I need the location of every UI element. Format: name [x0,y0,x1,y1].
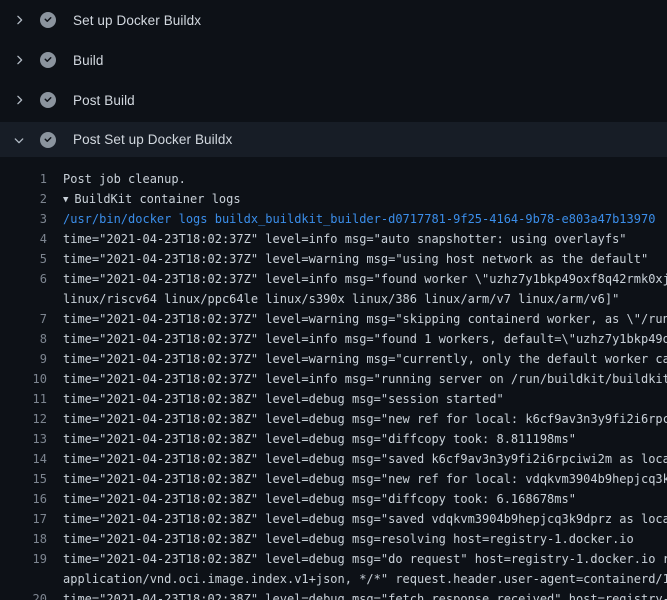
log-line: 11 time="2021-04-23T18:02:38Z" level=debu… [0,389,667,409]
line-number[interactable]: 13 [0,429,47,449]
check-circle-icon [40,52,56,68]
line-number[interactable]: 5 [0,249,47,269]
log-text: time="2021-04-23T18:02:38Z" level=debug … [63,449,667,469]
log-text: time="2021-04-23T18:02:37Z" level=warnin… [63,309,667,329]
line-number[interactable]: 20 [0,589,47,600]
log-line: 9 time="2021-04-23T18:02:37Z" level=warni… [0,349,667,369]
check-circle-icon [40,132,56,148]
chevron-down-icon [11,132,27,148]
log-text: time="2021-04-23T18:02:38Z" level=debug … [63,529,634,549]
log-line: 3/usr/bin/docker logs buildx_buildkit_bu… [0,209,667,229]
log-line: 20 time="2021-04-23T18:02:38Z" level=debu… [0,589,667,600]
line-number[interactable]: 3 [0,209,47,229]
log-command-text: /usr/bin/docker logs buildx_buildkit_bui… [63,209,655,229]
log-viewer: 1 Post job cleanup. 2 ▼ BuildKit container l… [0,160,667,600]
step-label: Build [73,53,104,68]
line-number[interactable]: 6 [0,269,47,289]
line-number[interactable]: 12 [0,409,47,429]
log-text: time="2021-04-23T18:02:37Z" level=info m… [63,329,667,349]
chevron-right-icon [11,12,27,28]
log-text: time="2021-04-23T18:02:38Z" level=debug … [63,589,667,600]
log-text: time="2021-04-23T18:02:38Z" level=debug … [63,469,667,489]
log-line: 19 time="2021-04-23T18:02:38Z" level=debu… [0,549,667,569]
log-text: time="2021-04-23T18:02:37Z" level=info m… [63,269,667,289]
log-line: 7 time="2021-04-23T18:02:37Z" level=warni… [0,309,667,329]
step-label: Post Build [73,93,135,108]
log-line: 16 time="2021-04-23T18:02:38Z" level=debu… [0,489,667,509]
line-number [0,289,47,309]
log-line: 6 time="2021-04-23T18:02:37Z" level=info … [0,269,667,289]
chevron-right-icon [11,92,27,108]
line-number[interactable]: 19 [0,549,47,569]
log-text: Post job cleanup. [63,169,186,189]
line-number[interactable]: 2 [0,189,47,209]
log-line: 8 time="2021-04-23T18:02:37Z" level=info … [0,329,667,349]
log-text: time="2021-04-23T18:02:37Z" level=warnin… [63,249,648,269]
step-header-post-build[interactable]: Post Build [0,80,667,120]
line-number[interactable]: 11 [0,389,47,409]
log-text: time="2021-04-23T18:02:38Z" level=debug … [63,409,667,429]
log-line-continuation: linux/riscv64 linux/ppc64le linux/s390x … [0,289,667,309]
log-text: time="2021-04-23T18:02:37Z" level=info m… [63,369,667,389]
step-header-set-up-docker-buildx[interactable]: Set up Docker Buildx [0,0,667,40]
line-number[interactable]: 1 [0,169,47,189]
log-line[interactable]: 2 ▼ BuildKit container logs [0,189,667,209]
log-line: 18 time="2021-04-23T18:02:38Z" level=debu… [0,529,667,549]
log-line: 15 time="2021-04-23T18:02:38Z" level=debu… [0,469,667,489]
line-number[interactable]: 14 [0,449,47,469]
log-text: linux/riscv64 linux/ppc64le linux/s390x … [63,289,619,309]
log-text: time="2021-04-23T18:02:38Z" level=debug … [63,429,576,449]
log-line-continuation: application/vnd.oci.image.index.v1+json,… [0,569,667,589]
log-text: time="2021-04-23T18:02:38Z" level=debug … [63,389,504,409]
check-circle-icon [40,12,56,28]
log-line: 1 Post job cleanup. [0,169,667,189]
log-text: time="2021-04-23T18:02:38Z" level=debug … [63,549,667,569]
log-text: time="2021-04-23T18:02:38Z" level=debug … [63,489,576,509]
log-text: time="2021-04-23T18:02:37Z" level=warnin… [63,349,667,369]
line-number[interactable]: 4 [0,229,47,249]
log-line: 17 time="2021-04-23T18:02:38Z" level=debu… [0,509,667,529]
step-label: Set up Docker Buildx [73,13,201,28]
line-number[interactable]: 15 [0,469,47,489]
line-number[interactable]: 7 [0,309,47,329]
line-number[interactable]: 10 [0,369,47,389]
log-line: 5 time="2021-04-23T18:02:37Z" level=warni… [0,249,667,269]
log-line: 10 time="2021-04-23T18:02:37Z" level=info… [0,369,667,389]
log-line: 14 time="2021-04-23T18:02:38Z" level=debu… [0,449,667,469]
group-expanded-triangle-icon: ▼ [63,190,68,209]
step-header-post-set-up-docker-buildx[interactable]: Post Set up Docker Buildx [0,122,667,157]
log-text: ▼ BuildKit container logs [63,189,241,209]
step-header-build[interactable]: Build [0,40,667,80]
line-number [0,569,47,589]
log-line: 12 time="2021-04-23T18:02:38Z" level=debu… [0,409,667,429]
line-number[interactable]: 16 [0,489,47,509]
step-label: Post Set up Docker Buildx [73,132,232,147]
log-text: application/vnd.oci.image.index.v1+json,… [63,569,667,589]
chevron-right-icon [11,52,27,68]
line-number[interactable]: 8 [0,329,47,349]
log-line: 13 time="2021-04-23T18:02:38Z" level=debu… [0,429,667,449]
line-number[interactable]: 18 [0,529,47,549]
log-text: time="2021-04-23T18:02:37Z" level=info m… [63,229,627,249]
check-circle-icon [40,92,56,108]
line-number[interactable]: 9 [0,349,47,369]
line-number[interactable]: 17 [0,509,47,529]
log-text: time="2021-04-23T18:02:38Z" level=debug … [63,509,667,529]
log-line: 4 time="2021-04-23T18:02:37Z" level=info … [0,229,667,249]
steps-list: Set up Docker Buildx Build Post Build Post … [0,0,667,157]
group-title: BuildKit container logs [74,192,240,206]
